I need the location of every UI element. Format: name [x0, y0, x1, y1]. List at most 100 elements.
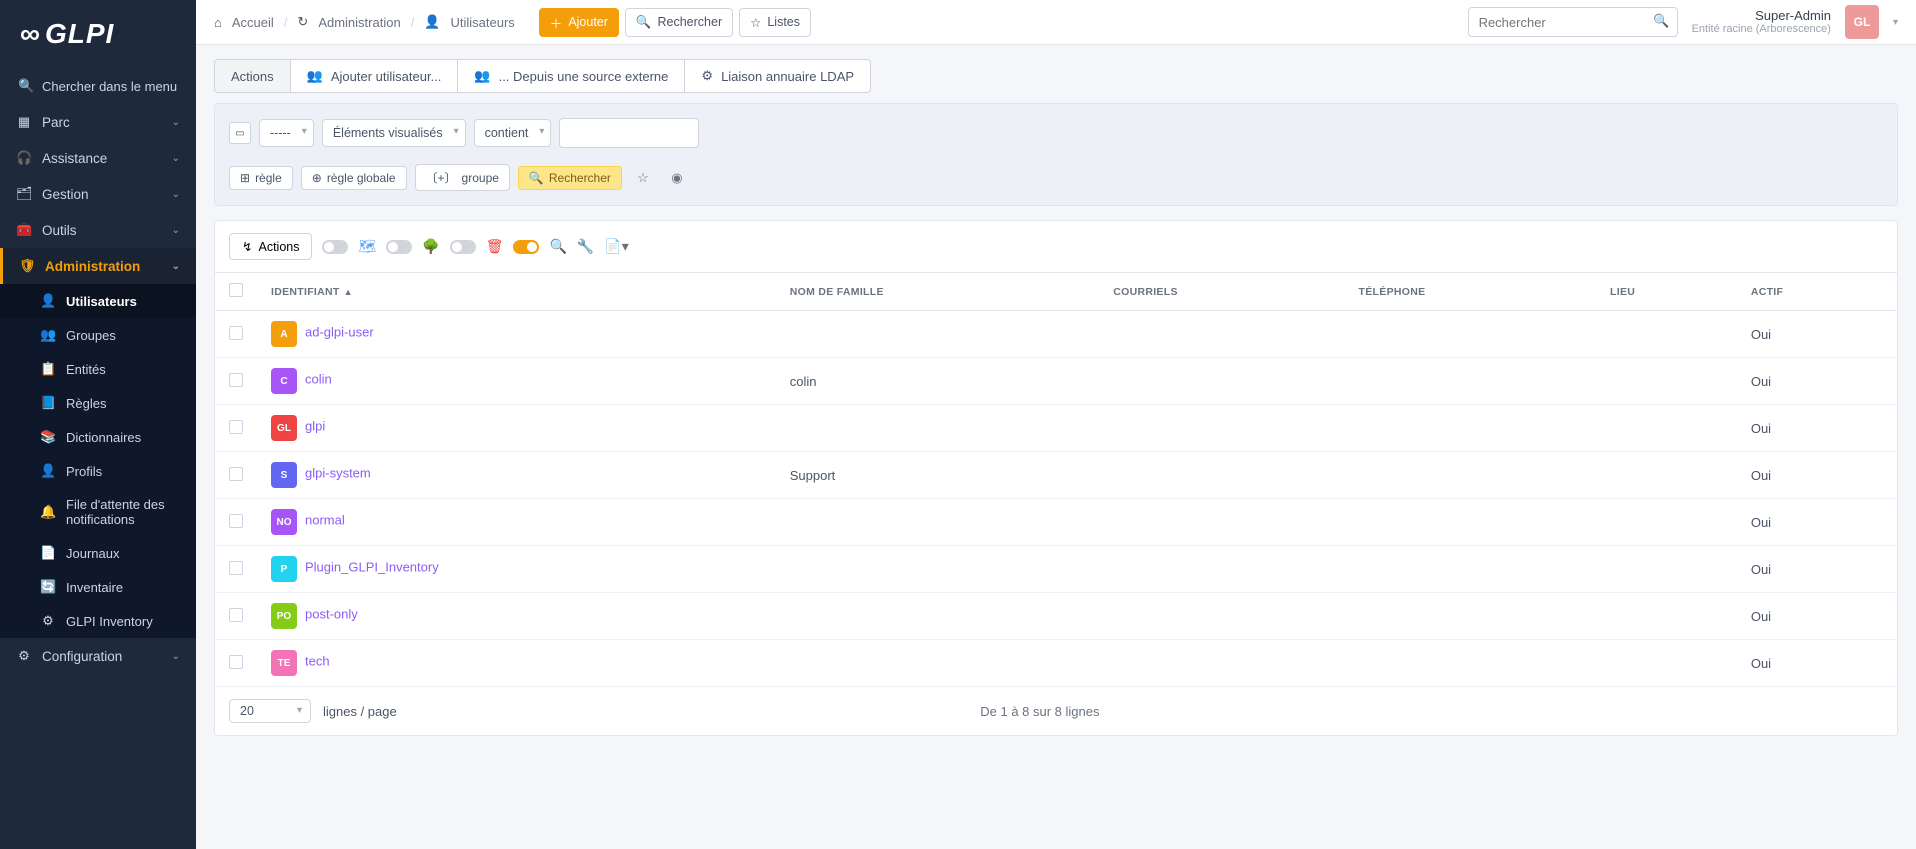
- menu-icon: 🎧: [16, 150, 32, 166]
- chevron-down-icon[interactable]: ▾: [1893, 17, 1898, 28]
- refresh-icon: ↻: [297, 14, 308, 30]
- sidebar-item-label: File d'attente des notifications: [66, 497, 180, 527]
- collapse-button[interactable]: ▭: [229, 122, 251, 144]
- add-global-rule-button[interactable]: ⊕règle globale: [301, 166, 407, 190]
- table-row: Aad-glpi-user Oui: [215, 311, 1897, 358]
- add-group-button[interactable]: 〔+〕groupe: [415, 164, 510, 191]
- row-checkbox[interactable]: [229, 467, 243, 481]
- brackets-icon: 〔+〕: [426, 169, 457, 186]
- filter-select-1[interactable]: -----: [259, 119, 314, 147]
- search-icon[interactable]: 🔍: [1653, 13, 1669, 29]
- user-info[interactable]: Super-Admin Entité racine (Arborescence): [1692, 8, 1831, 37]
- toggle-tree[interactable]: [386, 240, 412, 254]
- table-row: TEtech Oui: [215, 640, 1897, 687]
- breadcrumb: ⌂ Accueil / ↻ Administration / 👤 Utilisa…: [214, 8, 811, 37]
- logo[interactable]: GLPI: [0, 0, 196, 68]
- sidebar-subitem[interactable]: 📚Dictionnaires: [0, 420, 196, 454]
- row-checkbox[interactable]: [229, 514, 243, 528]
- search-icon[interactable]: 🔍: [549, 238, 566, 255]
- user-link[interactable]: post-only: [305, 607, 358, 622]
- sidebar-item-assistance[interactable]: 🎧Assistance⌄: [0, 140, 196, 176]
- col-lastname[interactable]: Nom de famille: [776, 273, 1099, 311]
- sidebar-subitem[interactable]: 📄Journaux: [0, 536, 196, 570]
- favorite-button[interactable]: ☆: [630, 165, 656, 191]
- sidebar-subitem[interactable]: 📋Entités: [0, 352, 196, 386]
- tab-add-user[interactable]: 👥Ajouter utilisateur...: [291, 59, 459, 93]
- breadcrumb-admin[interactable]: Administration: [318, 15, 400, 30]
- cell-active: Oui: [1737, 499, 1897, 546]
- sidebar-subitem[interactable]: 👥Groupes: [0, 318, 196, 352]
- cell-active: Oui: [1737, 405, 1897, 452]
- global-search-input[interactable]: [1468, 7, 1678, 37]
- sidebar-subitem[interactable]: ⚙GLPI Inventory: [0, 604, 196, 638]
- toggle-map[interactable]: [322, 240, 348, 254]
- tab-external-source[interactable]: 👥... Depuis une source externe: [458, 59, 685, 93]
- filter-select-2[interactable]: Éléments visualisés: [322, 119, 466, 147]
- col-location[interactable]: Lieu: [1596, 273, 1737, 311]
- filter-value-input[interactable]: [559, 118, 699, 148]
- lightning-icon: ↯: [242, 239, 252, 254]
- avatar[interactable]: GL: [1845, 5, 1879, 39]
- cell-lastname: [776, 640, 1099, 687]
- sidebar-item-configuration[interactable]: ⚙Configuration ⌄: [0, 638, 196, 674]
- user-link[interactable]: normal: [305, 513, 345, 528]
- add-rule-button[interactable]: ⊞règle: [229, 166, 293, 190]
- sidebar-subitem[interactable]: 👤Utilisateurs: [0, 284, 196, 318]
- select-all-checkbox[interactable]: [229, 283, 243, 297]
- cell-location: [1596, 358, 1737, 405]
- table-toolbar: ↯Actions 🗺 🌳 🗑 🔍 🔧 📄▾: [215, 221, 1897, 272]
- sidebar-item-outils[interactable]: 🧰Outils⌄: [0, 212, 196, 248]
- saved-search-button[interactable]: ◉: [664, 165, 690, 191]
- user-link[interactable]: Plugin_GLPI_Inventory: [305, 560, 439, 575]
- filter-select-3[interactable]: contient: [474, 119, 552, 147]
- sidebar-subitem[interactable]: 🔄Inventaire: [0, 570, 196, 604]
- sidebar-subitem[interactable]: 📘Règles: [0, 386, 196, 420]
- star-icon: ☆: [637, 170, 649, 186]
- row-checkbox[interactable]: [229, 373, 243, 387]
- user-link[interactable]: ad-glpi-user: [305, 325, 374, 340]
- row-checkbox[interactable]: [229, 420, 243, 434]
- sidebar-subitem[interactable]: 👤Profils: [0, 454, 196, 488]
- sidebar-item-label: GLPI Inventory: [66, 614, 153, 629]
- user-link[interactable]: colin: [305, 372, 332, 387]
- tab-actions[interactable]: Actions: [214, 59, 291, 93]
- sidebar-item-label: Règles: [66, 396, 106, 411]
- shield-icon: 🛡: [19, 258, 35, 274]
- col-active[interactable]: Actif: [1737, 273, 1897, 311]
- row-checkbox[interactable]: [229, 608, 243, 622]
- toggle-active[interactable]: [513, 240, 539, 254]
- page-size-select[interactable]: 20: [229, 699, 311, 723]
- tab-ldap[interactable]: ⚙Liaison annuaire LDAP: [685, 59, 871, 93]
- sidebar-item-administration[interactable]: 🛡Administration ⌄: [0, 248, 196, 284]
- sidebar-subitem[interactable]: 🔔File d'attente des notifications: [0, 488, 196, 536]
- col-phone[interactable]: Téléphone: [1345, 273, 1596, 311]
- user-link[interactable]: glpi-system: [305, 466, 371, 481]
- trash-icon: 🗑: [486, 238, 504, 255]
- breadcrumb-users[interactable]: Utilisateurs: [451, 15, 515, 30]
- row-checkbox[interactable]: [229, 326, 243, 340]
- chevron-down-icon: ⌄: [172, 651, 180, 662]
- col-id[interactable]: Identifiant▲: [257, 273, 776, 311]
- search-button[interactable]: 🔍Rechercher: [625, 8, 733, 37]
- add-button[interactable]: ＋Ajouter: [539, 8, 619, 37]
- sidebar-item-parc[interactable]: ▦Parc⌄: [0, 104, 196, 140]
- actions-button[interactable]: ↯Actions: [229, 233, 312, 260]
- filter-search-button[interactable]: 🔍Rechercher: [518, 166, 622, 190]
- breadcrumb-home[interactable]: Accueil: [232, 15, 274, 30]
- users-table: Identifiant▲ Nom de famille Courriels Té…: [215, 272, 1897, 687]
- user-link[interactable]: glpi: [305, 419, 325, 434]
- row-checkbox[interactable]: [229, 655, 243, 669]
- export-icon[interactable]: 📄▾: [604, 238, 628, 255]
- row-checkbox[interactable]: [229, 561, 243, 575]
- chevron-down-icon: ⌄: [172, 189, 180, 200]
- cell-active: Oui: [1737, 593, 1897, 640]
- sidebar-item-gestion[interactable]: 🗂Gestion⌄: [0, 176, 196, 212]
- user-link[interactable]: tech: [305, 654, 330, 669]
- wrench-icon[interactable]: 🔧: [577, 238, 594, 255]
- toggle-trash[interactable]: [450, 240, 476, 254]
- cell-lastname: [776, 593, 1099, 640]
- lists-button[interactable]: ☆Listes: [739, 8, 811, 37]
- cell-emails: [1099, 593, 1344, 640]
- sidebar-search[interactable]: 🔍 Chercher dans le menu: [0, 68, 196, 104]
- col-emails[interactable]: Courriels: [1099, 273, 1344, 311]
